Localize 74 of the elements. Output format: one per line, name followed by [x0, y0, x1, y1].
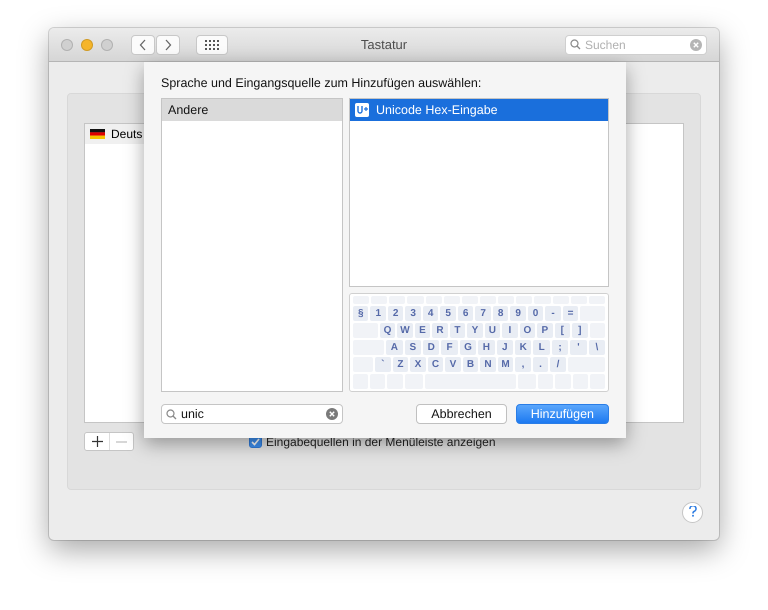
keyboard-key: Z	[392, 357, 408, 372]
search-icon	[570, 39, 581, 50]
plus-icon	[92, 436, 102, 447]
keyboard-key: 5	[440, 306, 456, 321]
search-placeholder: Suchen	[585, 38, 626, 52]
keyboard-key: -	[545, 306, 561, 321]
back-button[interactable]	[131, 34, 155, 54]
keyboard-key: A	[386, 340, 403, 355]
keyboard-key: .	[532, 357, 548, 372]
keyboard-key: Q	[380, 323, 396, 338]
keyboard-key: W	[397, 323, 413, 338]
keyboard-key: 4	[422, 306, 438, 321]
keyboard-key: 0	[528, 306, 544, 321]
forward-button[interactable]	[156, 34, 180, 54]
keyboard-key: [	[554, 323, 570, 338]
keyboard-key: 1	[370, 306, 386, 321]
keyboard-key: J	[496, 340, 514, 355]
keyboard-key: U	[484, 323, 500, 338]
keyboard-key: 3	[405, 306, 421, 321]
keyboard-key: M	[498, 357, 514, 372]
keyboard-key: I	[502, 323, 518, 338]
search-icon	[166, 408, 177, 420]
show-all-button[interactable]	[196, 34, 228, 54]
cancel-button[interactable]: Abbrechen	[416, 404, 507, 424]
language-item[interactable]: Andere	[162, 99, 342, 121]
keyboard-key: \	[588, 340, 606, 355]
input-source-item[interactable]: Unicode Hex-Eingabe	[350, 99, 608, 121]
sheet-heading: Sprache und Eingangsquelle zum Hinzufügen auswählen:	[161, 76, 482, 92]
keyboard-key: H	[478, 340, 495, 355]
keyboard-key: F	[441, 340, 458, 355]
keyboard-key: 2	[388, 306, 404, 321]
keyboard-key: ,	[515, 357, 531, 372]
input-source-name: Unicode Hex-Eingabe	[376, 103, 498, 117]
chevron-right-icon	[164, 38, 172, 50]
keyboard-key: N	[480, 357, 496, 372]
keyboard-key: X	[410, 357, 426, 372]
search-text: unic	[181, 407, 204, 421]
input-source-name: Deuts	[111, 127, 142, 141]
keyboard-key: 9	[510, 306, 526, 321]
keyboard-key: '	[570, 340, 587, 355]
keyboard-key: Y	[467, 323, 483, 338]
keyboard-key: 7	[475, 306, 491, 321]
keyboard-key: L	[533, 340, 550, 355]
checkbox-label: Eingabequellen in der Menüleiste anzeigen	[266, 434, 496, 448]
grid-icon	[205, 40, 219, 50]
keyboard-key: 6	[458, 306, 474, 321]
search-field[interactable]: unic	[161, 404, 343, 424]
keyboard-key: C	[428, 357, 444, 372]
keyboard-key: O	[520, 323, 536, 338]
keyboard-key: =	[562, 306, 578, 321]
question-icon	[688, 506, 696, 517]
keyboard-key: D	[422, 340, 440, 355]
window-title: Tastatur	[360, 37, 408, 52]
unicode-icon	[355, 103, 369, 117]
keyboard-key: §	[353, 306, 368, 321]
keyboard-key: `	[375, 357, 391, 372]
keyboard-key: B	[462, 357, 478, 372]
keyboard-key: /	[550, 357, 566, 372]
keyboard-key: E	[414, 323, 430, 338]
keyboard-key: S	[404, 340, 421, 355]
keyboard-key: 8	[492, 306, 508, 321]
clear-icon[interactable]	[326, 408, 338, 420]
keyboard-key: T	[450, 323, 466, 338]
keyboard-key: G	[460, 340, 476, 355]
keyboard-key: ]	[572, 323, 588, 338]
flag-icon	[90, 129, 105, 139]
keyboard-key: K	[515, 340, 532, 355]
minus-icon	[116, 440, 127, 442]
keyboard-key: R	[432, 323, 448, 338]
chevron-left-icon	[139, 38, 147, 50]
help-button[interactable]	[682, 502, 703, 523]
keyboard-key: ;	[552, 340, 568, 355]
keyboard-key: P	[537, 323, 553, 338]
keyboard-key: V	[445, 357, 461, 372]
